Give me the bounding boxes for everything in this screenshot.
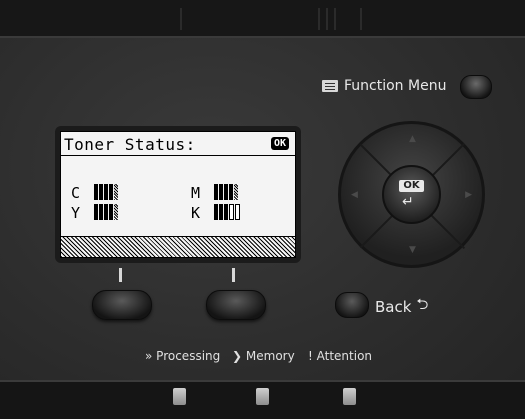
right-soft-key[interactable] — [206, 290, 266, 320]
ok-button[interactable]: OK ↵ — [382, 165, 441, 224]
top-divider — [326, 8, 328, 30]
toner-segment — [109, 184, 113, 200]
ok-badge: OK — [270, 137, 289, 150]
lcd-screen: Toner Status: OK C M Y K — [60, 131, 296, 258]
toner-segment — [114, 184, 118, 200]
toner-gauge-c — [94, 184, 118, 200]
toner-segment — [104, 204, 108, 220]
toner-segment — [114, 204, 118, 220]
toner-gauge-k — [214, 204, 240, 220]
toner-gauge-m — [214, 184, 238, 200]
dpad-up-icon[interactable]: ▲ — [409, 134, 416, 144]
toner-channel-label: K — [191, 204, 201, 222]
processing-led — [173, 388, 186, 405]
lcd-title: Toner Status: — [64, 135, 196, 154]
memory-icon: ❯ — [232, 349, 243, 363]
function-menu-button[interactable] — [460, 75, 492, 99]
top-divider — [334, 8, 336, 30]
back-text: Back — [375, 297, 412, 316]
back-button[interactable] — [335, 292, 369, 318]
dpad-right-icon[interactable]: ▶ — [465, 190, 472, 200]
enter-icon: ↵ — [402, 194, 414, 210]
top-divider — [360, 8, 362, 30]
toner-segment — [229, 184, 233, 200]
toner-segment — [99, 184, 103, 200]
toner-gauge-y — [94, 204, 118, 220]
toner-segment — [224, 204, 228, 220]
toner-segment — [219, 184, 223, 200]
toner-segment — [104, 184, 108, 200]
toner-segment — [94, 204, 98, 220]
dpad-left-icon[interactable]: ◀ — [351, 190, 358, 200]
soft-key-tick — [119, 268, 122, 282]
toner-segment — [94, 184, 98, 200]
menu-icon — [322, 80, 338, 92]
dpad-down-icon[interactable]: ▼ — [409, 245, 416, 255]
toner-segment — [214, 204, 218, 220]
attention-led — [343, 388, 356, 405]
toner-segment — [99, 204, 103, 220]
toner-channel-label: M — [191, 184, 201, 202]
memory-label: ❯ Memory — [232, 349, 295, 363]
back-arrow-icon: ⮌ — [416, 295, 429, 313]
toner-segment — [224, 184, 228, 200]
toner-segment — [235, 204, 240, 220]
lcd-status-bar — [61, 236, 295, 257]
top-strip — [0, 0, 525, 38]
back-label: Back ⮌ — [375, 294, 428, 319]
attention-icon: ! — [308, 349, 313, 363]
top-divider — [180, 8, 182, 30]
toner-segment — [214, 184, 218, 200]
printer-control-panel: Function Menu Toner Status: OK C M Y K ▲… — [0, 0, 525, 419]
processing-icon: » — [145, 349, 153, 363]
toner-channel-label: C — [71, 184, 81, 202]
toner-segment — [229, 204, 234, 220]
function-menu-text: Function Menu — [344, 78, 447, 94]
toner-segment — [219, 204, 223, 220]
top-divider — [318, 8, 320, 30]
soft-key-tick — [232, 268, 235, 282]
toner-channel-label: Y — [71, 204, 81, 222]
memory-text: Memory — [245, 349, 295, 363]
attention-text: Attention — [316, 349, 373, 363]
left-soft-key[interactable] — [92, 290, 152, 320]
toner-segment — [234, 184, 238, 200]
lcd-divider — [61, 155, 295, 156]
ok-label: OK — [399, 180, 424, 192]
memory-led — [256, 388, 269, 405]
attention-label: ! Attention — [308, 349, 372, 363]
processing-label: » Processing — [145, 349, 220, 363]
processing-text: Processing — [156, 349, 221, 363]
function-menu-label: Function Menu — [322, 78, 446, 94]
toner-segment — [109, 204, 113, 220]
